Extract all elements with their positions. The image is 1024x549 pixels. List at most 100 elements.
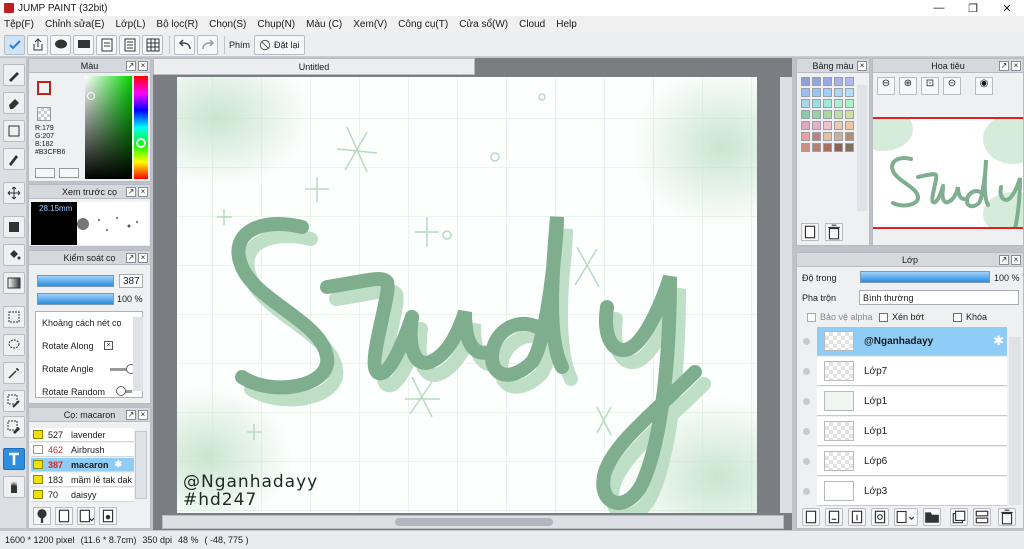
menu-filter[interactable]: Bộ lọc(R): [156, 19, 198, 30]
brush-settings-scrollbar[interactable]: [133, 317, 143, 391]
gear-icon[interactable]: ✱: [115, 459, 123, 470]
rotate-angle-slider[interactable]: [110, 364, 136, 374]
navigator-thumbnail[interactable]: [853, 107, 1024, 240]
brush-size-input[interactable]: 387: [119, 274, 143, 288]
menu-help[interactable]: Help: [556, 19, 577, 30]
blend-mode-select[interactable]: Bình thường: [859, 290, 1019, 305]
protect-alpha-option[interactable]: Bảo vệ alpha: [807, 312, 873, 323]
layer-row[interactable]: Lớp6: [803, 447, 1007, 476]
close-icon[interactable]: ×: [857, 61, 867, 71]
layer-row[interactable]: Lớp1: [803, 417, 1007, 446]
palette-swatch[interactable]: [823, 88, 832, 97]
palette-swatch[interactable]: [845, 99, 854, 108]
brush-item[interactable]: 183 mầm lẻ tak dak: [31, 473, 134, 487]
select-eraser-tool[interactable]: [3, 416, 25, 438]
menu-cloud[interactable]: Cloud: [519, 19, 545, 30]
eraser-tool[interactable]: [3, 92, 25, 114]
palette-swatch[interactable]: [801, 143, 810, 152]
brush-item[interactable]: 70 daisyy: [31, 488, 134, 502]
brush-list-scrollbar[interactable]: [135, 431, 147, 499]
gear-icon[interactable]: ✱: [993, 333, 1004, 349]
palette-swatch[interactable]: [823, 121, 832, 130]
color-picker-cursor[interactable]: [87, 92, 95, 100]
visibility-icon[interactable]: [803, 488, 810, 495]
brush-size-slider[interactable]: [37, 275, 114, 287]
rotate-random-slider[interactable]: [116, 386, 132, 396]
add-color-button[interactable]: [801, 223, 819, 241]
reset-button[interactable]: Đặt lại: [254, 34, 305, 55]
comment-button[interactable]: [50, 34, 71, 55]
palette-swatch[interactable]: [845, 143, 854, 152]
brush-opacity-slider[interactable]: [37, 293, 114, 305]
canvas-horizontal-scrollbar[interactable]: [162, 515, 784, 529]
brush-menu-button[interactable]: [77, 507, 95, 525]
canvas-paper[interactable]: @Nganhadayy #hd247: [177, 77, 757, 513]
popout-icon[interactable]: ↗: [999, 61, 1009, 71]
text-tool[interactable]: [3, 448, 25, 470]
rotate-icon[interactable]: ◉: [975, 77, 993, 95]
popout-icon[interactable]: ↗: [999, 255, 1009, 265]
palette-swatch[interactable]: [812, 121, 821, 130]
share-button[interactable]: [27, 34, 48, 55]
select-pen-tool[interactable]: [3, 390, 25, 412]
close-icon[interactable]: ×: [138, 61, 148, 71]
palette-swatch[interactable]: [834, 132, 843, 141]
popout-icon[interactable]: ↗: [126, 410, 136, 420]
layer-row[interactable]: Lớp1: [803, 387, 1007, 416]
saturation-value-picker[interactable]: [85, 76, 132, 179]
merge-layer-button[interactable]: [973, 508, 991, 526]
close-icon[interactable]: ×: [1011, 61, 1021, 71]
palette-swatch[interactable]: [845, 88, 854, 97]
palette-swatch[interactable]: [812, 143, 821, 152]
palette-swatch[interactable]: [834, 77, 843, 86]
palette-swatch[interactable]: [812, 99, 821, 108]
undo-button[interactable]: [174, 34, 195, 55]
palette-swatch[interactable]: [823, 110, 832, 119]
visibility-icon[interactable]: [803, 368, 810, 375]
close-icon[interactable]: ×: [1011, 255, 1021, 265]
zoom-in-icon[interactable]: ⊕: [899, 77, 917, 95]
palette-swatch[interactable]: [801, 132, 810, 141]
palette-swatch[interactable]: [834, 99, 843, 108]
fit-icon[interactable]: ⊡: [921, 77, 939, 95]
new-brush-button[interactable]: [55, 507, 73, 525]
lock-option[interactable]: Khóa: [953, 312, 987, 323]
menu-window[interactable]: Cửa sổ(W): [459, 19, 508, 30]
gradient-tool[interactable]: [3, 272, 25, 294]
lasso-tool[interactable]: [3, 334, 25, 356]
new-layer-button[interactable]: [802, 508, 820, 526]
grid-settings-button[interactable]: [142, 34, 163, 55]
move-tool[interactable]: [3, 182, 25, 204]
popout-icon[interactable]: ↗: [126, 61, 136, 71]
palette-swatch[interactable]: [834, 88, 843, 97]
palette-swatch[interactable]: [845, 132, 854, 141]
delete-layer-button[interactable]: [998, 508, 1016, 526]
close-icon[interactable]: ×: [138, 410, 148, 420]
menu-layer[interactable]: Lớp(L): [116, 19, 146, 30]
lock-checkbox[interactable]: [953, 313, 962, 323]
document-tab[interactable]: Untitled: [153, 58, 475, 75]
palette-swatch[interactable]: [801, 110, 810, 119]
hand-tool[interactable]: [3, 476, 25, 498]
layer-opacity-slider[interactable]: [860, 271, 990, 283]
canvas-vertical-scrollbar[interactable]: [780, 77, 792, 513]
transparent-swatch[interactable]: [37, 107, 51, 121]
menu-tools[interactable]: Công cụ(T): [398, 19, 448, 30]
magic-wand-tool[interactable]: [3, 362, 25, 384]
brush-item[interactable]: 527 lavender: [31, 428, 134, 442]
new-raster-layer-button[interactable]: [825, 508, 843, 526]
palette-swatch[interactable]: [812, 88, 821, 97]
brush-settings-button[interactable]: [99, 507, 117, 525]
palette-swatch[interactable]: [801, 77, 810, 86]
popout-icon[interactable]: ↗: [126, 187, 136, 197]
visibility-icon[interactable]: [803, 428, 810, 435]
delete-color-button[interactable]: [825, 223, 843, 241]
rotate-along-checkbox[interactable]: ×: [104, 341, 113, 350]
palette-swatch[interactable]: [812, 77, 821, 86]
new-halftone-layer-button[interactable]: [848, 508, 866, 526]
palette-swatch[interactable]: [801, 121, 810, 130]
palette-scrollbar[interactable]: [857, 85, 867, 211]
document-button[interactable]: [96, 34, 117, 55]
fill-rectangle-tool[interactable]: [3, 216, 25, 238]
foreground-color-swatch[interactable]: [37, 81, 51, 95]
